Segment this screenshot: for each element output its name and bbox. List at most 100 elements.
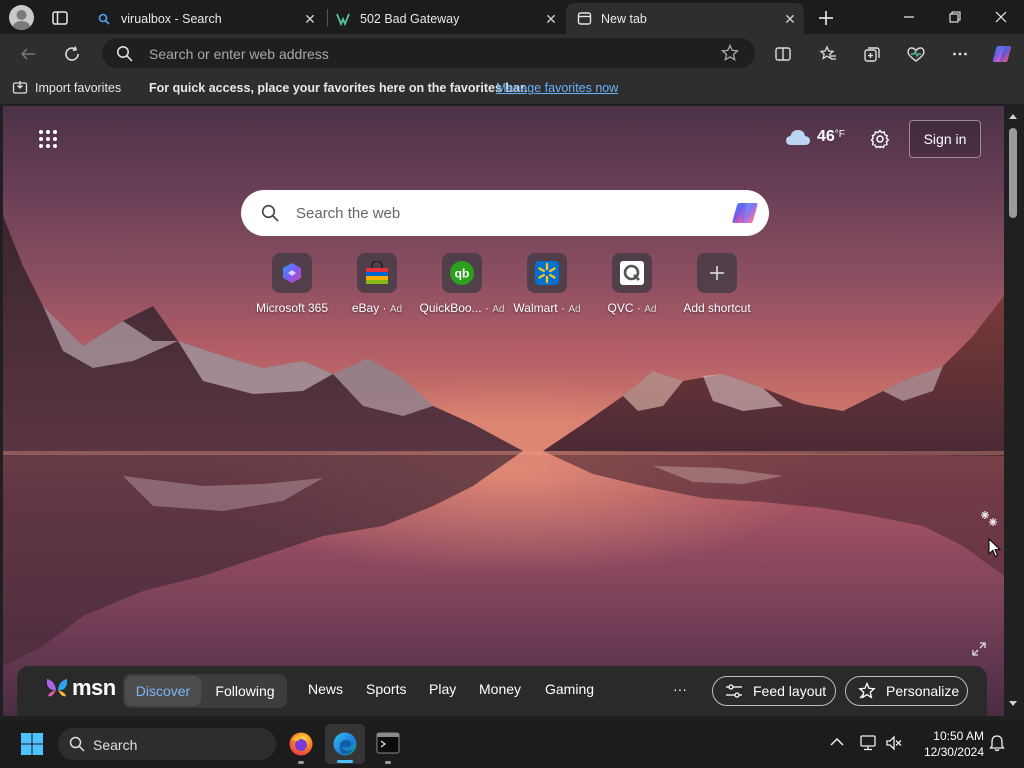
microsoft-365-icon [272,253,312,293]
volume-muted-icon[interactable] [885,735,903,751]
feed-layout-label: Feed layout [753,683,827,699]
personalize-label: Personalize [886,683,960,699]
settings-gear-icon[interactable] [870,129,890,149]
shortcut-label: Walmart [513,301,558,315]
nav-gaming[interactable]: Gaming [545,681,594,697]
walmart-icon [527,253,567,293]
ad-badge: Ad [492,304,505,315]
firefox-icon[interactable] [288,731,314,757]
personalize-button[interactable]: Personalize [845,676,968,706]
close-tab-icon[interactable]: ✕ [541,9,561,29]
more-nav-button[interactable]: ··· [673,681,687,697]
mouse-cursor-icon [988,538,1002,558]
tab-new-tab[interactable]: New tab ✕ [566,3,804,34]
clock-time: 10:50 AM [933,729,984,743]
following-label: Following [215,683,275,699]
minimize-button[interactable] [886,0,932,34]
shortcut-qvc[interactable]: QVC · Ad [589,253,675,315]
tab-discover[interactable]: Discover [125,676,201,706]
edge-taskbar-button[interactable] [325,724,365,764]
taskbar-search-label: Search [93,737,138,753]
favorite-star-icon[interactable] [721,44,739,62]
split-screen-icon[interactable] [770,41,796,67]
tab-following[interactable]: Following [205,676,285,706]
feed-layout-button[interactable]: Feed layout [712,676,836,706]
notification-bell-icon[interactable] [988,734,1006,752]
shortcut-ebay[interactable]: eBay · Ad [334,253,420,315]
shortcut-add[interactable]: Add shortcut [674,253,760,315]
more-options-icon[interactable] [947,41,973,67]
vb-favicon [335,11,351,27]
browser-essentials-icon[interactable] [903,41,929,67]
scroll-down-arrow[interactable] [1008,700,1018,708]
copilot-icon[interactable] [989,41,1015,67]
address-bar[interactable]: Search or enter web address [102,38,755,68]
close-window-button[interactable] [978,0,1024,34]
restore-button[interactable] [932,0,978,34]
network-icon[interactable] [860,735,880,751]
add-shortcut-icon [697,253,737,293]
weather-temperature: 46 [817,128,835,145]
taskbar-search-box[interactable]: Search [58,728,276,760]
ad-badge: Ad [389,304,403,315]
edge-icon [332,731,358,757]
weather-widget[interactable]: 46 °F [785,128,845,146]
search-favicon [96,11,112,27]
search-icon [116,45,133,62]
import-favorites-button[interactable]: Import favorites [12,80,121,96]
tab-title: New tab [601,11,647,26]
address-placeholder: Search or enter web address [149,46,329,62]
new-tab-button[interactable] [814,6,838,30]
terminal-icon[interactable] [376,732,400,754]
nav-money[interactable]: Money [479,681,521,697]
shortcut-quickbooks[interactable]: qb QuickBoo... · Ad [419,253,505,315]
copilot-icon[interactable] [730,200,760,226]
shortcut-label: Add shortcut [683,301,751,315]
favorites-icon[interactable] [815,41,841,67]
msn-butterfly-icon [47,679,67,697]
back-icon[interactable] [15,41,41,67]
scroll-thumb[interactable] [1009,128,1017,218]
shortcut-label: QVC [607,301,634,315]
profile-avatar[interactable] [9,5,34,30]
background-info-icon[interactable] [979,509,999,529]
feed-layout-icon [725,683,743,699]
cloud-icon [785,128,811,146]
favorites-bar: Import favorites For quick access, place… [0,72,1024,104]
weather-unit: °F [834,128,845,140]
shortcut-walmart[interactable]: Walmart · Ad [504,253,590,315]
nav-sports[interactable]: Sports [366,681,406,697]
refresh-icon[interactable] [59,41,85,67]
msn-logo[interactable]: msn [44,675,116,701]
app-launcher-icon[interactable] [38,129,58,149]
expand-icon[interactable] [971,641,987,657]
tab-bad-gateway[interactable]: 502 Bad Gateway ✕ [327,3,565,34]
nav-news[interactable]: News [308,681,343,697]
close-tab-icon[interactable]: ✕ [780,9,800,29]
tab-search[interactable]: virualbox - Search ✕ [86,3,324,34]
shortcut-microsoft-365[interactable]: Microsoft 365 [249,253,335,315]
active-indicator [337,760,353,763]
page-scrollbar[interactable] [1005,106,1021,716]
title-bar: virualbox - Search ✕ 502 Bad Gateway ✕ N… [0,0,1024,34]
close-tab-icon[interactable]: ✕ [300,9,320,29]
collections-icon[interactable] [859,41,885,67]
scroll-up-arrow[interactable] [1008,112,1018,120]
chevron-up-icon[interactable] [830,737,844,747]
web-search-box[interactable]: Search the web [241,190,769,236]
search-placeholder: Search the web [296,205,401,222]
windows-start-icon[interactable] [20,732,44,756]
favorites-bar-message: For quick access, place your favorites h… [149,81,528,95]
tab-actions-icon[interactable] [50,8,70,28]
newtab-favicon [576,11,592,27]
clock[interactable]: 10:50 AM 12/30/2024 [912,728,984,760]
manage-favorites-link[interactable]: Manage favorites now [496,81,618,95]
nav-play[interactable]: Play [429,681,456,697]
toolbar: Search or enter web address [0,34,1024,72]
windows-taskbar: Search 10:50 AM 12/30/2024 [0,720,1024,768]
sign-in-button[interactable]: Sign in [909,120,981,158]
ebay-icon [357,253,397,293]
shortcut-label: Microsoft 365 [255,301,329,315]
ad-badge: Ad [644,304,657,315]
svg-text:qb: qb [455,267,470,281]
